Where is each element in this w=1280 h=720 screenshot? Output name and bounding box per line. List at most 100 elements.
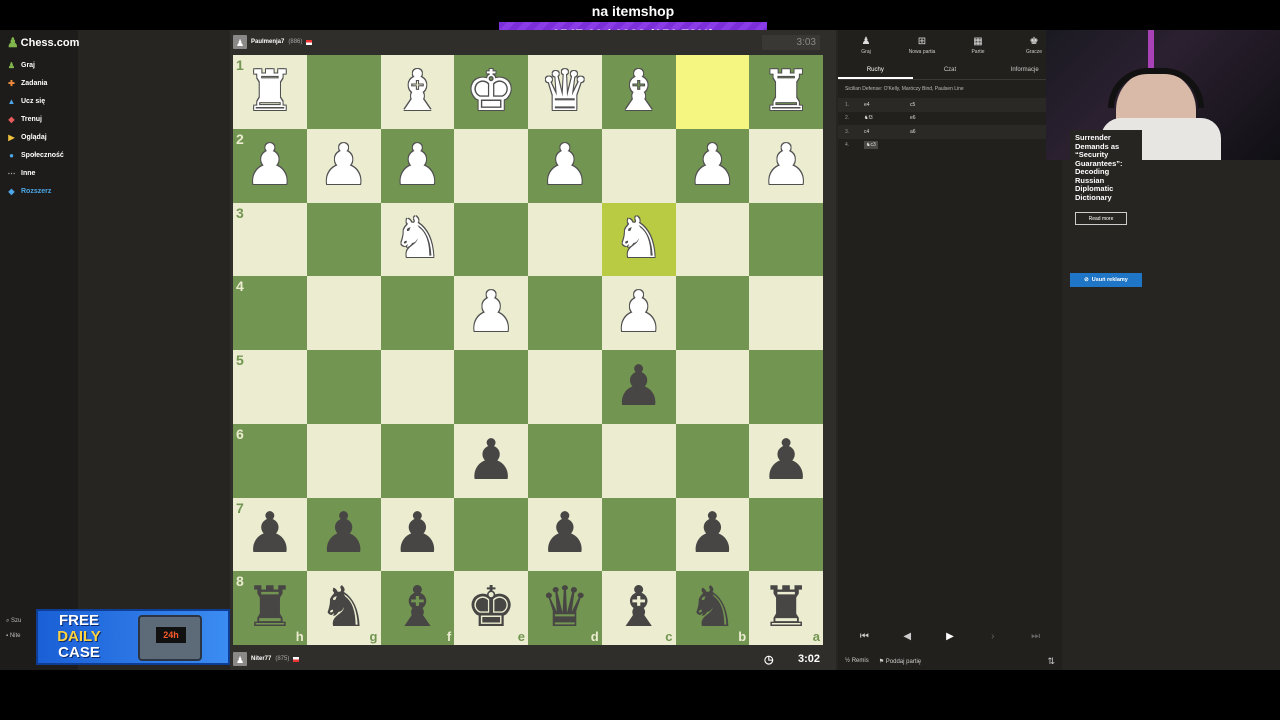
board-square[interactable]: ♟ xyxy=(528,128,602,203)
next-move-button[interactable]: › xyxy=(975,626,1011,646)
board-square[interactable]: c ♝ xyxy=(601,571,676,645)
ad-banner[interactable]: Surrender Demands as “Security Guarantee… xyxy=(1070,130,1142,250)
board-square[interactable] xyxy=(749,497,823,572)
black-move[interactable]: c5 xyxy=(906,102,952,108)
board-square[interactable]: ♟ xyxy=(306,128,381,203)
white-king-icon[interactable]: ♚ xyxy=(466,63,516,120)
flip-board-icon[interactable]: ⇅ xyxy=(1047,656,1055,667)
board-square[interactable]: 6 xyxy=(233,423,307,498)
sidebar-item-community[interactable]: ● Społeczność xyxy=(7,146,64,164)
white-move[interactable]: ♞c3 xyxy=(860,141,906,150)
black-move[interactable]: e6 xyxy=(906,115,952,121)
board-square[interactable] xyxy=(380,423,455,498)
board-square[interactable] xyxy=(306,202,381,277)
chess-board[interactable]: 1 ♜ ♝ ♚ ♛ ♝ ♜ 2 ♟ ♟ ♟ ♟ ♟ ♟ 3 ♞ ♞ 4 ♟ ♟ 5 ♟ 6 ♟ ♟ 7 ♟ ♟ ♟ ♟ ♟ 8 h ♜ g ♞ f ♝ e ♚… xyxy=(233,55,823,645)
sidebar-item-puzzles[interactable]: ✚ Zadania xyxy=(7,74,64,92)
board-square[interactable]: ♟ xyxy=(306,497,381,572)
sidebar-item-play[interactable]: ♟ Graj xyxy=(7,56,64,74)
board-square[interactable]: ♛ xyxy=(528,55,602,129)
board-square[interactable] xyxy=(749,276,823,350)
board-square[interactable]: e ♚ xyxy=(454,571,528,645)
white-move[interactable]: c4 xyxy=(860,129,906,135)
prev-move-button[interactable]: ◀ xyxy=(889,626,925,646)
board-square[interactable] xyxy=(601,423,676,498)
board-square[interactable] xyxy=(675,423,750,498)
black-bishop-icon[interactable]: ♝ xyxy=(392,580,442,636)
white-pawn-icon[interactable]: ♟ xyxy=(466,285,516,341)
board-square[interactable]: f ♝ xyxy=(380,571,455,645)
board-square[interactable]: 5 xyxy=(233,350,307,424)
black-rook-icon[interactable]: ♜ xyxy=(245,580,295,636)
board-square[interactable]: ♟ xyxy=(675,128,750,203)
board-square[interactable] xyxy=(675,276,750,350)
board-square[interactable] xyxy=(306,423,381,498)
white-rook-icon[interactable]: ♜ xyxy=(761,63,811,120)
black-rook-icon[interactable]: ♜ xyxy=(761,580,811,636)
board-square[interactable]: 2 ♟ xyxy=(233,128,307,203)
board-square[interactable]: ♟ xyxy=(601,350,676,424)
white-knight-icon[interactable]: ♞ xyxy=(614,211,664,267)
board-square[interactable]: ♟ xyxy=(528,497,602,572)
board-square[interactable] xyxy=(528,202,602,277)
board-square[interactable] xyxy=(601,128,676,203)
board-square[interactable]: ♜ xyxy=(749,55,823,129)
board-square[interactable]: 1 ♜ xyxy=(233,55,307,129)
white-pawn-icon[interactable]: ♟ xyxy=(392,137,442,194)
board-square[interactable] xyxy=(454,350,528,424)
board-square[interactable]: ♞ xyxy=(601,202,676,277)
board-square[interactable] xyxy=(454,128,528,203)
chess-logo[interactable]: ♟ Chess.com xyxy=(7,35,79,51)
black-pawn-icon[interactable]: ♟ xyxy=(319,506,369,562)
white-pawn-icon[interactable]: ♟ xyxy=(614,285,664,341)
opening-name[interactable]: Sicilian Defense: O'Kelly, Maróczy Bind,… xyxy=(838,80,1062,98)
board-square[interactable]: ♟ xyxy=(601,276,676,350)
board-square[interactable]: ♞ xyxy=(380,202,455,277)
black-bishop-icon[interactable]: ♝ xyxy=(614,580,664,636)
board-square[interactable] xyxy=(380,350,455,424)
sidebar-item-more[interactable]: ⋯ Inne xyxy=(7,164,64,182)
black-move[interactable]: a6 xyxy=(906,129,952,135)
tab-games[interactable]: ▦ Partie xyxy=(953,36,1003,60)
board-square[interactable]: ♚ xyxy=(454,55,528,129)
subtab-chat[interactable]: Czat xyxy=(913,60,988,79)
sidebar-item-watch[interactable]: ▶ Oglądaj xyxy=(7,128,64,146)
board-square[interactable]: ♟ xyxy=(454,423,528,498)
board-square[interactable]: d ♛ xyxy=(528,571,602,645)
board-square[interactable] xyxy=(528,276,602,350)
white-bishop-icon[interactable]: ♝ xyxy=(614,63,664,120)
ad-read-more-button[interactable]: Read more xyxy=(1075,212,1127,225)
board-square[interactable]: b ♞ xyxy=(675,571,750,645)
avatar[interactable]: ♟ xyxy=(233,652,247,666)
black-queen-icon[interactable]: ♛ xyxy=(540,580,590,636)
board-square[interactable] xyxy=(454,202,528,277)
black-pawn-icon[interactable]: ♟ xyxy=(392,506,442,562)
board-square[interactable] xyxy=(528,350,602,424)
white-pawn-icon[interactable]: ♟ xyxy=(540,137,590,194)
black-pawn-icon[interactable]: ♟ xyxy=(466,432,516,489)
white-rook-icon[interactable]: ♜ xyxy=(245,63,295,120)
white-move[interactable]: ♞f3 xyxy=(860,115,906,121)
board-square[interactable] xyxy=(675,350,750,424)
avatar[interactable]: ♟ xyxy=(233,35,247,49)
board-square[interactable] xyxy=(306,55,381,129)
board-square[interactable] xyxy=(306,350,381,424)
board-square[interactable] xyxy=(675,202,750,277)
black-knight-icon[interactable]: ♞ xyxy=(687,580,737,636)
black-pawn-icon[interactable]: ♟ xyxy=(687,506,737,562)
board-square[interactable]: ♟ xyxy=(454,276,528,350)
board-square[interactable]: 4 xyxy=(233,276,307,350)
board-square[interactable] xyxy=(454,497,528,572)
black-pawn-icon[interactable]: ♟ xyxy=(245,506,295,562)
tab-play[interactable]: ♟ Graj xyxy=(841,36,891,60)
resign-button[interactable]: ⚑ Poddaj partię xyxy=(879,658,921,665)
white-pawn-icon[interactable]: ♟ xyxy=(687,137,737,194)
board-square[interactable] xyxy=(306,276,381,350)
sidebar-search[interactable]: ⌕ Szu xyxy=(6,618,21,625)
board-square[interactable]: 8 h ♜ xyxy=(233,571,307,645)
board-square[interactable]: ♟ xyxy=(675,497,750,572)
play-button[interactable]: ▶ xyxy=(932,626,968,646)
board-square[interactable]: g ♞ xyxy=(306,571,381,645)
black-pawn-icon[interactable]: ♟ xyxy=(614,358,664,415)
white-pawn-icon[interactable]: ♟ xyxy=(245,137,295,194)
white-pawn-icon[interactable]: ♟ xyxy=(319,137,369,194)
